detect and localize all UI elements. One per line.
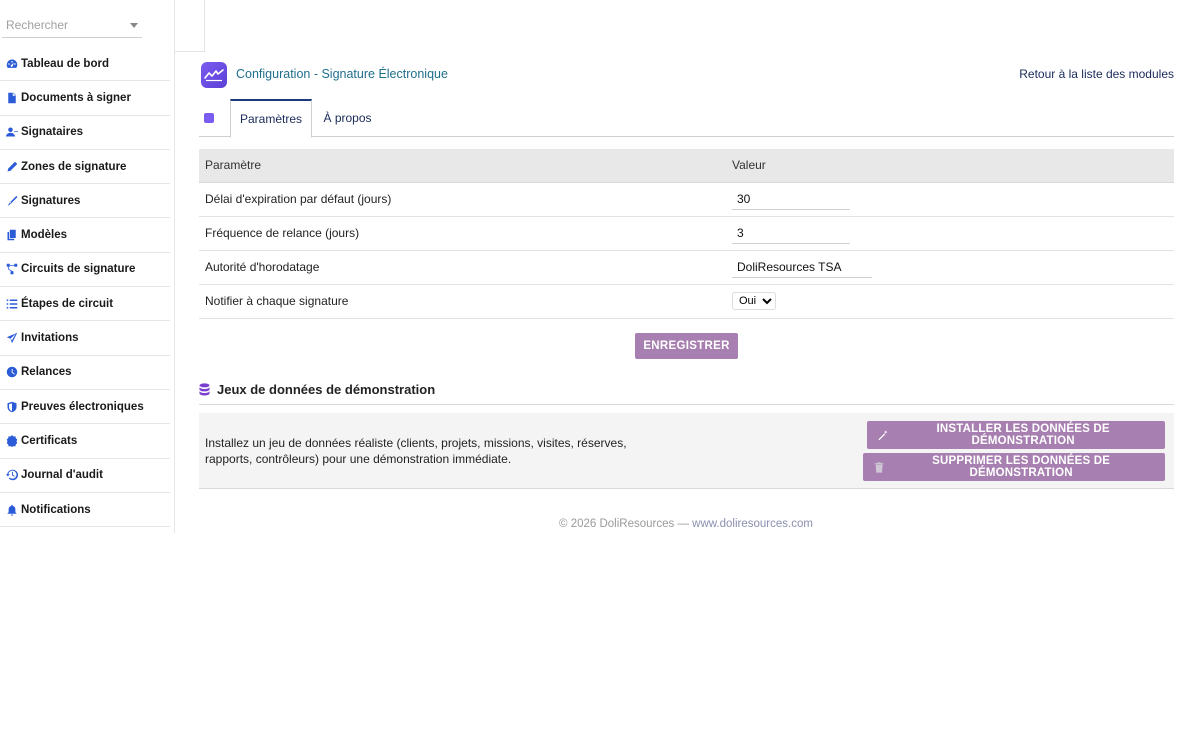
paper-plane-icon bbox=[5, 331, 19, 345]
parameters-table: Paramètre Valeur Délai d'expiration par … bbox=[199, 149, 1174, 319]
tab-parametres[interactable]: Paramètres bbox=[230, 99, 312, 138]
table-row: Fréquence de relance (jours) bbox=[199, 216, 1174, 251]
search-input[interactable] bbox=[2, 14, 127, 36]
table-row: Délai d'expiration par défaut (jours) bbox=[199, 182, 1174, 217]
footer-copyright: © 2026 DoliResources — bbox=[559, 518, 693, 530]
sidebar-item-signataires[interactable]: Signataires bbox=[0, 116, 170, 150]
certificate-icon bbox=[5, 434, 19, 448]
sidebar-item-label: Tableau de bord bbox=[21, 57, 109, 70]
table-row: Autorité d'horodatage bbox=[199, 250, 1174, 285]
timestamp-authority-input[interactable] bbox=[732, 256, 872, 278]
footer: © 2026 DoliResources — www.doliresources… bbox=[0, 518, 1200, 530]
signature-icon bbox=[5, 194, 19, 208]
sidebar: Tableau de bord Documents à signer Signa… bbox=[0, 0, 175, 533]
sidebar-item-label: Signataires bbox=[21, 126, 83, 139]
back-to-modules-link[interactable]: Retour à la liste des modules bbox=[1019, 67, 1174, 81]
document-icon bbox=[5, 91, 19, 105]
page-title: Configuration - Signature Électronique bbox=[236, 67, 448, 81]
delete-demo-data-button[interactable]: SUPPRIMER LES DONNÉES DE DÉMONSTRATION bbox=[863, 453, 1165, 481]
history-icon bbox=[5, 468, 19, 482]
users-icon bbox=[5, 125, 19, 139]
param-label: Autorité d'horodatage bbox=[199, 250, 726, 285]
install-demo-data-label: INSTALLER LES DONNÉES DE DÉMONSTRATION bbox=[936, 423, 1110, 447]
workflow-icon bbox=[5, 262, 19, 276]
sidebar-item-label: Zones de signature bbox=[21, 160, 127, 173]
sidebar-item-label: Certificats bbox=[21, 434, 78, 447]
sidebar-item-journal[interactable]: Journal d'audit bbox=[0, 459, 170, 493]
param-label: Délai d'expiration par défaut (jours) bbox=[199, 182, 726, 217]
save-button[interactable]: ENREGISTRER bbox=[635, 333, 738, 359]
sidebar-item-certificats[interactable]: Certificats bbox=[0, 424, 170, 459]
sidebar-item-circuits[interactable]: Circuits de signature bbox=[0, 253, 170, 288]
search-combobox[interactable] bbox=[2, 14, 142, 38]
tab-bar: Paramètres À propos bbox=[199, 99, 1174, 138]
sidebar-item-label: Journal d'audit bbox=[21, 469, 103, 482]
sidebar-item-label: Notifications bbox=[21, 503, 91, 516]
trash-icon bbox=[874, 461, 884, 473]
sidebar-item-invitations[interactable]: Invitations bbox=[0, 321, 170, 356]
footer-site-link[interactable]: www.doliresources.com bbox=[692, 518, 813, 530]
sidebar-menu: Tableau de bord Documents à signer Signa… bbox=[0, 47, 170, 528]
magic-wand-icon bbox=[878, 429, 888, 440]
shield-icon bbox=[5, 400, 19, 414]
sidebar-item-documents[interactable]: Documents à signer bbox=[0, 81, 170, 116]
top-panel-corner bbox=[175, 0, 205, 52]
sidebar-item-label: Étapes de circuit bbox=[21, 297, 114, 310]
sidebar-item-modeles[interactable]: Modèles bbox=[0, 218, 170, 253]
sidebar-item-signatures[interactable]: Signatures bbox=[0, 184, 170, 219]
sidebar-item-label: Signatures bbox=[21, 194, 81, 207]
chevron-down-icon[interactable] bbox=[130, 23, 138, 28]
sidebar-item-label: Relances bbox=[21, 366, 72, 379]
sidebar-item-label: Invitations bbox=[21, 332, 79, 345]
demo-section-header: Jeux de données de démonstration bbox=[199, 382, 1174, 405]
reminder-frequency-input[interactable] bbox=[732, 222, 850, 244]
notify-each-signature-select[interactable]: Oui bbox=[732, 292, 776, 310]
column-header-parametre: Paramètre bbox=[199, 149, 726, 183]
sidebar-item-label: Modèles bbox=[21, 229, 68, 242]
copy-icon bbox=[5, 228, 19, 242]
sidebar-item-etapes[interactable]: Étapes de circuit bbox=[0, 287, 170, 322]
expiration-delay-input[interactable] bbox=[732, 188, 850, 210]
table-row: Notifier à chaque signature Oui bbox=[199, 284, 1174, 319]
tab-a-propos[interactable]: À propos bbox=[319, 99, 376, 137]
module-mini-icon bbox=[204, 113, 214, 123]
signature-wave-icon bbox=[204, 69, 224, 82]
dashboard-icon bbox=[5, 57, 19, 71]
signature-module-logo bbox=[201, 62, 227, 88]
param-label: Notifier à chaque signature bbox=[199, 284, 726, 319]
demo-description: Installez un jeu de données réaliste (cl… bbox=[205, 436, 627, 466]
sidebar-item-zones[interactable]: Zones de signature bbox=[0, 150, 170, 185]
sidebar-item-label: Documents à signer bbox=[21, 91, 131, 104]
sidebar-item-label: Preuves électroniques bbox=[21, 400, 144, 413]
clock-icon bbox=[5, 365, 19, 379]
list-icon bbox=[5, 297, 19, 311]
pen-icon bbox=[5, 160, 19, 174]
install-demo-data-button[interactable]: INSTALLER LES DONNÉES DE DÉMONSTRATION bbox=[867, 421, 1165, 449]
sidebar-item-tableau-de-bord[interactable]: Tableau de bord bbox=[0, 47, 170, 82]
demo-section-body: Installez un jeu de données réaliste (cl… bbox=[199, 413, 1174, 489]
table-header-row: Paramètre Valeur bbox=[199, 149, 1174, 183]
sidebar-item-preuves[interactable]: Preuves électroniques bbox=[0, 390, 170, 425]
column-header-valeur: Valeur bbox=[726, 149, 1174, 183]
param-label: Fréquence de relance (jours) bbox=[199, 216, 726, 251]
demo-section-title: Jeux de données de démonstration bbox=[217, 382, 436, 397]
database-icon bbox=[199, 383, 211, 397]
sidebar-item-label: Circuits de signature bbox=[21, 263, 136, 276]
sidebar-item-relances[interactable]: Relances bbox=[0, 356, 170, 390]
bell-icon bbox=[5, 503, 19, 517]
delete-demo-data-label: SUPPRIMER LES DONNÉES DE DÉMONSTRATION bbox=[932, 455, 1111, 479]
